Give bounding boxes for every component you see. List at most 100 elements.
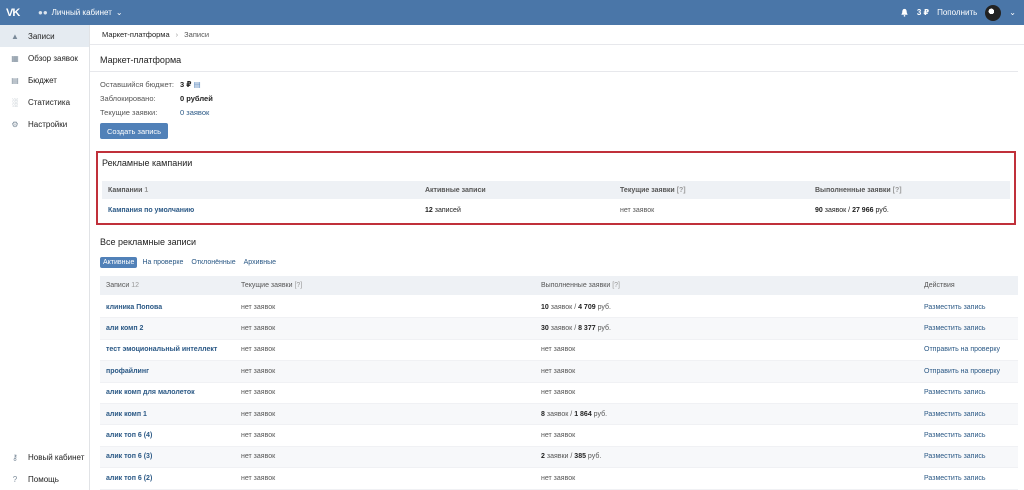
post-name-link[interactable]: алик топ 6 (2) <box>100 475 241 482</box>
post-name-link[interactable]: али комп 2 <box>100 325 241 332</box>
post-done-requests: 10 заявок / 4 709 руб. <box>541 303 611 311</box>
market-info: Оставшийся бюджет: 3 ₽ ▤ Заблокировано: … <box>100 77 213 119</box>
stats-icon: ░ <box>12 97 18 107</box>
blocked-label: Заблокировано: <box>100 93 156 103</box>
sidebar-item-label: Бюджет <box>28 75 57 85</box>
top-bar: VK ●● Личный кабинет ⌄ 3 ₽ Пополнить ⌄ <box>0 0 1024 25</box>
campaign-current: нет заявок <box>620 206 655 214</box>
ads-tabs: Активные На проверке Отклонённые Архивны… <box>100 257 279 268</box>
post-current-requests: нет заявок <box>241 453 276 461</box>
breadcrumb-separator: › <box>175 30 179 39</box>
avatar[interactable] <box>985 4 1002 21</box>
budget-icon: ▤ <box>11 75 19 85</box>
post-action-link[interactable]: Разместить запись <box>924 411 1018 418</box>
breadcrumb-current: Записи <box>184 30 210 39</box>
sidebar-item-budget[interactable]: ▤ Бюджет <box>0 69 89 91</box>
table-row: алик топ 6 (4) нет заявок нет заявок Размес… <box>100 425 1018 447</box>
current-requests-link[interactable]: 0 заявок <box>180 108 209 117</box>
post-current-requests: нет заявок <box>241 410 276 418</box>
post-name-link[interactable]: клиника Попова <box>100 304 241 311</box>
bell-icon[interactable] <box>900 8 909 17</box>
post-action-link[interactable]: Разместить запись <box>924 389 1018 396</box>
post-done-requests: нет заявок <box>541 367 576 375</box>
ads-header-row: Записи 12 Текущие заявки [?] Выполненные… <box>100 276 1018 295</box>
chevron-down-icon: ⌄ <box>115 8 123 17</box>
post-name-link[interactable]: алик комп 1 <box>100 411 241 418</box>
post-action-link[interactable]: Отправить на проверку <box>924 368 1018 375</box>
sidebar-item-label: Записи <box>28 31 55 41</box>
sidebar-item-new-cabinet[interactable]: ⚷ Новый кабинет <box>0 446 89 468</box>
post-current-requests: нет заявок <box>241 325 276 333</box>
tab-rejected[interactable]: Отклонённые <box>188 257 238 268</box>
campaign-done: 90 заявок / 27 966 руб. <box>815 206 889 214</box>
tab-active[interactable]: Активные <box>100 257 138 268</box>
table-row: алик топ 6 (2) нет заявок нет заявок Размес… <box>100 468 1018 490</box>
table-row: профайлинг нет заявок нет заявок Отправить … <box>100 361 1018 383</box>
post-done-requests: 30 заявок / 8 377 руб. <box>541 325 611 333</box>
cabinet-label: Личный кабинет <box>51 8 112 17</box>
current-requests-label: Текущие заявки: <box>100 107 158 117</box>
vk-logo[interactable]: VK <box>6 7 26 19</box>
people-icon: ●● <box>38 8 48 17</box>
sidebar-item-label: Статистика <box>28 97 71 107</box>
main-content: Маркет-платформа › Записи Маркет-платфор… <box>90 25 1024 490</box>
post-action-link[interactable]: Отправить на проверку <box>924 346 1018 353</box>
column-current-requests: Текущие заявки [?] <box>620 186 686 194</box>
sidebar: ▲ Записи ▦ Обзор заявок ▤ Бюджет ░ Стати… <box>0 25 90 490</box>
post-name-link[interactable]: алик топ 6 (4) <box>100 432 241 439</box>
ads-table-body: клиника Попова нет заявок 10 заявок / 4 70… <box>100 297 1018 490</box>
campaign-name-link[interactable]: Кампания по умолчанию <box>102 207 425 214</box>
post-action-link[interactable]: Разместить запись <box>924 304 1018 311</box>
campaigns-header-row: Кампании 1 Активные записи Текущие заявк… <box>102 181 1010 199</box>
sidebar-item-help[interactable]: ? Помощь <box>0 468 89 490</box>
market-title: Маркет-платформа <box>90 55 1018 72</box>
sidebar-item-label: Помощь <box>28 474 59 484</box>
wallet-icon[interactable]: ▤ <box>194 80 201 89</box>
post-done-requests: нет заявок <box>541 389 576 397</box>
tab-archived[interactable]: Архивные <box>241 257 279 268</box>
sidebar-item-stats[interactable]: ░ Статистика <box>0 91 89 113</box>
sidebar-item-posts[interactable]: ▲ Записи <box>0 25 89 47</box>
post-action-link[interactable]: Разместить запись <box>924 475 1018 482</box>
post-current-requests: нет заявок <box>241 346 276 354</box>
tab-review[interactable]: На проверке <box>139 257 186 268</box>
column-done-requests: Выполненные заявки [?] <box>541 282 621 289</box>
topup-link[interactable]: Пополнить <box>937 8 977 17</box>
post-action-link[interactable]: Разместить запись <box>924 453 1018 460</box>
sidebar-item-label: Настройки <box>28 119 68 129</box>
key-icon: ⚷ <box>12 452 18 462</box>
post-name-link[interactable]: алик комп для малолеток <box>100 389 241 396</box>
post-action-link[interactable]: Разместить запись <box>924 432 1018 439</box>
post-action-link[interactable]: Разместить запись <box>924 325 1018 332</box>
table-row: тест эмоциональный интеллект нет заявок не… <box>100 340 1018 362</box>
post-name-link[interactable]: тест эмоциональный интеллект <box>100 346 241 353</box>
sidebar-item-settings[interactable]: ⚙ Настройки <box>0 113 89 135</box>
chevron-down-icon[interactable]: ⌄ <box>1009 8 1016 17</box>
post-done-requests: 8 заявок / 1 864 руб. <box>541 410 608 418</box>
post-done-requests: нет заявок <box>541 346 576 354</box>
table-row: Кампания по умолчанию 12 записей нет зая… <box>102 201 1010 219</box>
sidebar-item-label: Обзор заявок <box>28 53 78 63</box>
create-post-button[interactable]: Создать запись <box>100 123 168 139</box>
column-done-requests: Выполненные заявки [?] <box>815 186 902 194</box>
cabinet-switcher[interactable]: ●● Личный кабинет ⌄ <box>38 8 123 17</box>
blocked-value: 0 рублей <box>180 93 213 103</box>
breadcrumb-market[interactable]: Маркет-платформа <box>102 30 170 39</box>
budget-value: 3 ₽ ▤ <box>180 79 201 89</box>
sidebar-item-requests[interactable]: ▦ Обзор заявок <box>0 47 89 69</box>
post-current-requests: нет заявок <box>241 303 276 311</box>
post-done-requests: нет заявок <box>541 432 576 440</box>
post-current-requests: нет заявок <box>241 367 276 375</box>
table-row: алик топ 6 (3) нет заявок 2 заявки / 385 р… <box>100 446 1018 469</box>
post-name-link[interactable]: алик топ 6 (3) <box>100 453 241 460</box>
campaigns-section: Рекламные кампании Кампании 1 Активные з… <box>96 151 1016 225</box>
help-icon: ? <box>12 474 18 484</box>
post-current-requests: нет заявок <box>241 389 276 397</box>
campaign-active: 12 записей <box>425 206 461 214</box>
column-current-requests: Текущие заявки [?] <box>241 282 303 289</box>
sidebar-item-label: Новый кабинет <box>28 452 85 462</box>
balance-value: 3 ₽ <box>916 8 930 17</box>
post-name-link[interactable]: профайлинг <box>100 368 241 375</box>
table-row: алик комп 1 нет заявок 8 заявок / 1 864 ру… <box>100 403 1018 426</box>
breadcrumb: Маркет-платформа › Записи <box>90 25 1024 45</box>
